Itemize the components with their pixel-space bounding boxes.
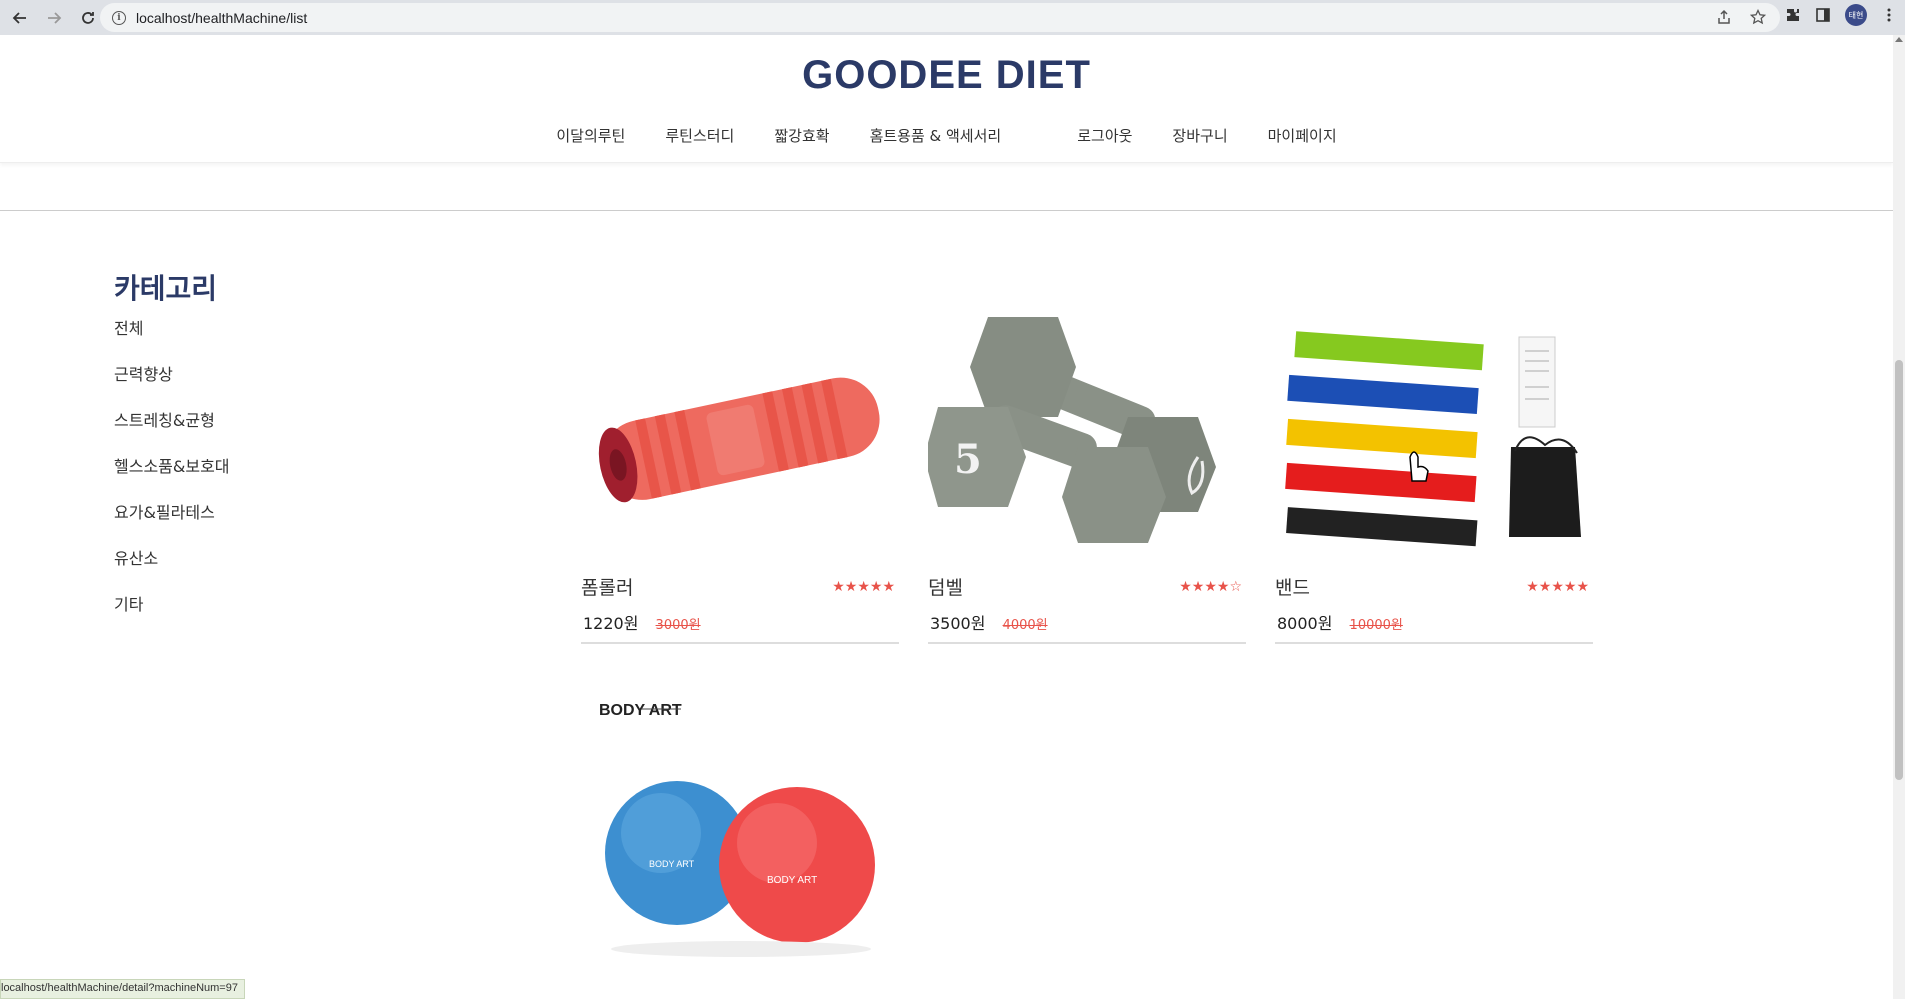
site-logo[interactable]: GOODEE DIET bbox=[0, 53, 1893, 98]
product-name[interactable]: 밴드 bbox=[1275, 573, 1310, 600]
category-all[interactable]: 전체 bbox=[114, 317, 230, 363]
nav-cart[interactable]: 장바구니 bbox=[1152, 125, 1247, 146]
original-price: 4000원 bbox=[1002, 618, 1048, 633]
product-card[interactable]: 5 덤벨 ★★★★☆ 3500원 4000원 bbox=[928, 307, 1246, 644]
ball-label: BODY ART bbox=[767, 875, 817, 886]
product-image-gym-ball[interactable]: BODY ART BODY ART BODY ART bbox=[581, 683, 899, 983]
original-price: 3000원 bbox=[655, 618, 701, 633]
more-menu-icon[interactable] bbox=[1881, 7, 1897, 23]
product-price: 1220원 bbox=[583, 614, 639, 633]
nav-routine-study[interactable]: 루틴스터디 bbox=[645, 125, 754, 146]
category-sidebar: 카테고리 전체 근력향상 스트레칭&균형 헬스소품&보호대 요가&필라테스 유산… bbox=[114, 267, 230, 639]
category-gym-accessories[interactable]: 헬스소품&보호대 bbox=[114, 455, 230, 501]
nav-mypage[interactable]: 마이페이지 bbox=[1248, 125, 1357, 146]
rating-stars: ★★★★★ bbox=[1526, 578, 1589, 595]
product-image-bands[interactable] bbox=[1275, 307, 1593, 567]
category-cardio[interactable]: 유산소 bbox=[114, 547, 230, 593]
product-price: 3500원 bbox=[930, 614, 986, 633]
ball-label: BODY ART bbox=[649, 859, 695, 869]
brand-logo: BODY ART bbox=[599, 702, 682, 719]
svg-text:5: 5 bbox=[954, 436, 982, 483]
extensions-icon[interactable] bbox=[1785, 7, 1801, 23]
category-stretching[interactable]: 스트레칭&균형 bbox=[114, 409, 230, 455]
main-nav: 이달의루틴 루틴스터디 짧강효확 홈트용품 & 액세서리 로그아웃 장바구니 마… bbox=[0, 125, 1893, 146]
nav-home-training-goods[interactable]: 홈트용품 & 액세서리 bbox=[850, 125, 1022, 146]
info-icon[interactable]: i bbox=[112, 10, 126, 25]
scrollbar-thumb[interactable] bbox=[1895, 360, 1903, 780]
category-strength[interactable]: 근력향상 bbox=[114, 363, 230, 409]
nav-logout[interactable]: 로그아웃 bbox=[1057, 125, 1152, 146]
forward-button[interactable] bbox=[40, 4, 68, 32]
page-scrollbar[interactable] bbox=[1893, 35, 1905, 999]
rating-stars: ★★★★★ bbox=[832, 578, 895, 595]
reload-button[interactable] bbox=[74, 4, 102, 32]
address-bar[interactable]: i localhost/healthMachine/list bbox=[100, 3, 1780, 32]
arrow-right-icon bbox=[48, 11, 62, 24]
nav-short-workout[interactable]: 짧강효확 bbox=[754, 125, 849, 146]
page-content: GOODEE DIET 이달의루틴 루틴스터디 짧강효확 홈트용품 & 액세서리… bbox=[0, 35, 1893, 999]
category-title: 카테고리 bbox=[114, 272, 218, 305]
category-etc[interactable]: 기타 bbox=[114, 593, 230, 639]
arrow-left-icon bbox=[12, 11, 26, 24]
rating-stars: ★★★★☆ bbox=[1179, 578, 1242, 595]
url-text[interactable]: localhost/healthMachine/list bbox=[136, 10, 307, 26]
product-name[interactable]: 덤벨 bbox=[928, 573, 963, 600]
profile-avatar[interactable]: 태현 bbox=[1845, 4, 1867, 26]
nav-monthly-routine[interactable]: 이달의루틴 bbox=[536, 125, 645, 146]
share-icon[interactable] bbox=[1716, 9, 1732, 25]
status-bar-link-preview: localhost/healthMachine/detail?machineNu… bbox=[0, 979, 245, 999]
scroll-up-icon[interactable] bbox=[1895, 37, 1903, 42]
back-button[interactable] bbox=[6, 4, 34, 32]
product-price: 8000원 bbox=[1277, 614, 1333, 633]
browser-toolbar: i localhost/healthMachine/list 태현 bbox=[0, 0, 1905, 35]
site-header: GOODEE DIET 이달의루틴 루틴스터디 짧강효확 홈트용품 & 액세서리… bbox=[0, 35, 1893, 163]
category-yoga-pilates[interactable]: 요가&필라테스 bbox=[114, 501, 230, 547]
product-image-dumbbell[interactable]: 5 bbox=[928, 307, 1246, 567]
section-divider bbox=[0, 210, 1893, 211]
reload-icon bbox=[82, 11, 94, 24]
product-card[interactable]: BODY ART BODY ART BODY ART bbox=[581, 683, 899, 983]
star-icon[interactable] bbox=[1750, 9, 1766, 25]
side-panel-icon[interactable] bbox=[1815, 7, 1831, 23]
original-price: 10000원 bbox=[1349, 618, 1403, 633]
product-card[interactable]: 밴드 ★★★★★ 8000원 10000원 bbox=[1275, 307, 1593, 644]
product-name[interactable]: 폼롤러 bbox=[581, 573, 633, 600]
product-card[interactable]: 폼롤러 ★★★★★ 1220원 3000원 bbox=[581, 307, 899, 644]
product-image-foam-roller[interactable] bbox=[581, 307, 899, 567]
